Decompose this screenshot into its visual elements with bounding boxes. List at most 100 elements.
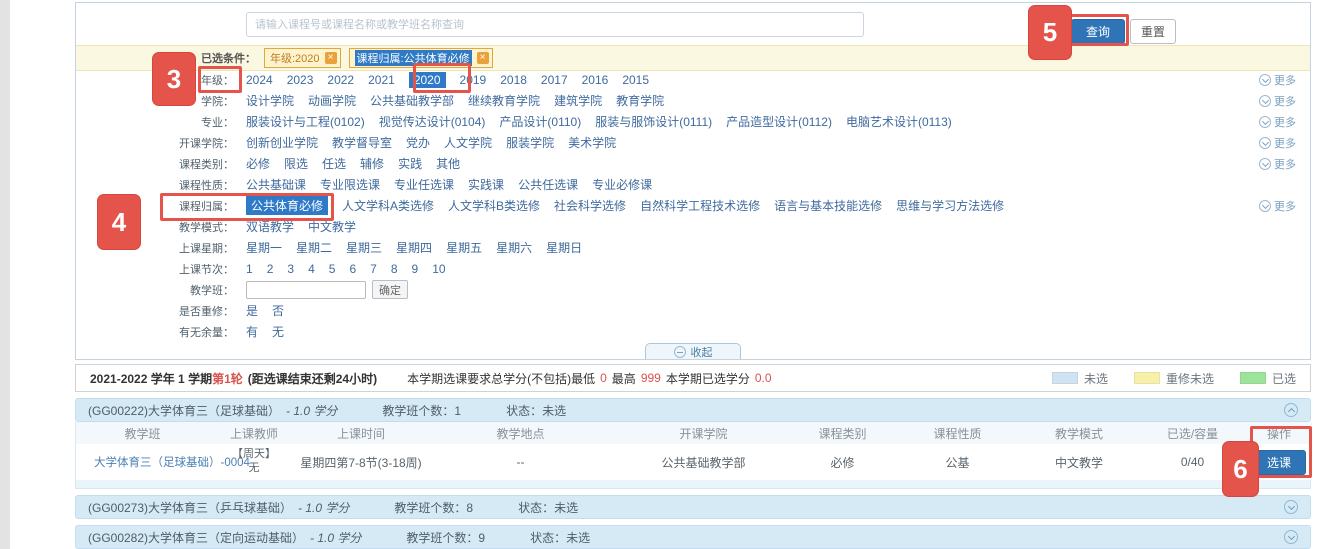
filter-option[interactable]: 美术学院 — [568, 134, 616, 151]
filter-option[interactable]: 实践 — [398, 155, 422, 172]
more-link[interactable]: 更多 — [1259, 114, 1296, 130]
filter-option[interactable]: 8 — [391, 262, 398, 276]
filter-option[interactable]: 星期一 — [246, 239, 282, 256]
filter-option[interactable]: 2024 — [246, 73, 273, 87]
more-link[interactable]: 更多 — [1259, 198, 1296, 214]
filter-option[interactable]: 双语教学 — [246, 218, 294, 235]
filter-option[interactable]: 星期二 — [296, 239, 332, 256]
filter-option[interactable]: 6 — [349, 262, 356, 276]
class-name-link[interactable]: 大学体育三（足球基础）-0004 — [94, 457, 250, 469]
filter-option[interactable]: 党办 — [406, 134, 430, 151]
filter-option[interactable]: 自然科学工程技术选修 — [640, 197, 760, 214]
filter-option[interactable]: 2022 — [327, 73, 354, 87]
filter-option[interactable]: 公共基础课 — [246, 176, 306, 193]
filter-option[interactable]: 星期日 — [546, 239, 582, 256]
filter-option[interactable]: 2018 — [500, 73, 527, 87]
filter-option[interactable]: 建筑学院 — [554, 92, 602, 109]
select-course-button[interactable]: 选课 — [1252, 450, 1306, 475]
filter-option[interactable]: 电脑艺术设计(0113) — [846, 113, 952, 130]
filter-option[interactable]: 语言与基本技能选修 — [774, 197, 882, 214]
filter-option[interactable]: 教学督导室 — [332, 134, 392, 151]
filter-option[interactable]: 中文教学 — [308, 218, 356, 235]
filter-option[interactable]: 7 — [370, 262, 377, 276]
filter-option[interactable]: 必修 — [246, 155, 270, 172]
filter-option[interactable]: 1 — [246, 262, 253, 276]
filter-option[interactable]: 设计学院 — [246, 92, 294, 109]
filter-option[interactable]: 人文学科B类选修 — [448, 197, 540, 214]
filter-option[interactable]: 创新创业学院 — [246, 134, 318, 151]
filter-option[interactable]: 9 — [412, 262, 419, 276]
filter-option[interactable]: 动画学院 — [308, 92, 356, 109]
filter-option[interactable]: 继续教育学院 — [468, 92, 540, 109]
filter-option[interactable]: 星期五 — [446, 239, 482, 256]
filter-option[interactable]: 2021 — [368, 73, 395, 87]
collapse-section-icon[interactable] — [1284, 403, 1298, 417]
filter-option[interactable]: 星期四 — [396, 239, 432, 256]
class-count: 教学班个数：8 — [394, 499, 473, 516]
filter-option[interactable]: 无 — [272, 323, 284, 340]
filter-option[interactable]: 社会科学选修 — [554, 197, 626, 214]
filter-option[interactable]: 4 — [308, 262, 315, 276]
course-title: (GG00273)大学体育三（乒乓球基础） — [88, 499, 292, 516]
more-link[interactable]: 更多 — [1259, 156, 1296, 172]
more-link[interactable]: 更多 — [1259, 72, 1296, 88]
filter-option[interactable]: 有 — [246, 323, 258, 340]
collapse-circle-icon — [674, 346, 686, 358]
filter-option[interactable]: 2023 — [287, 73, 314, 87]
filter-option[interactable]: 教育学院 — [616, 92, 664, 109]
condition-tag[interactable]: 年级:2020× — [264, 48, 341, 68]
class-number-input[interactable] — [246, 281, 366, 299]
filter-option[interactable]: 人文学院 — [444, 134, 492, 151]
filter-option[interactable]: 任选 — [322, 155, 346, 172]
filter-option[interactable]: 否 — [272, 302, 284, 319]
filter-option[interactable]: 专业限选课 — [320, 176, 380, 193]
course-header[interactable]: (GG00282)大学体育三（定向运动基础）- 1.0 学分教学班个数：9状态：… — [75, 525, 1311, 549]
filter-option[interactable]: 服装设计与工程(0102) — [246, 113, 365, 130]
condition-tag-close-icon[interactable]: × — [325, 52, 337, 64]
expand-section-icon[interactable] — [1284, 530, 1298, 544]
condition-tag[interactable]: 课程归属:公共体育必修× — [349, 48, 493, 68]
more-link[interactable]: 更多 — [1259, 93, 1296, 109]
filter-option[interactable]: 服装与服饰设计(0111) — [595, 113, 712, 130]
course-header[interactable]: (GG00273)大学体育三（乒乓球基础）- 1.0 学分教学班个数：8状态：未… — [75, 495, 1311, 519]
filter-option[interactable]: 公共体育必修 — [246, 196, 328, 215]
query-button[interactable]: 查询 — [1071, 19, 1125, 44]
filter-option[interactable]: 公共任选课 — [518, 176, 578, 193]
course-table-wrap: 教学班上课教师上课时间教学地点开课学院课程类别课程性质教学模式已选/容量操作大学… — [75, 422, 1311, 489]
filter-option[interactable]: 2 — [267, 262, 274, 276]
course-header[interactable]: (GG00222)大学体育三（足球基础）- 1.0 学分教学班个数：1状态：未选 — [75, 398, 1311, 422]
semester-round: 第1轮 — [212, 370, 243, 387]
filter-option[interactable]: 辅修 — [360, 155, 384, 172]
more-link[interactable]: 更多 — [1259, 135, 1296, 151]
filter-option[interactable]: 视觉传达设计(0104) — [379, 113, 486, 130]
filter-option[interactable]: 2020 — [409, 72, 446, 88]
filter-option[interactable]: 实践课 — [468, 176, 504, 193]
filter-option[interactable]: 3 — [287, 262, 294, 276]
filter-option[interactable]: 2017 — [541, 73, 568, 87]
expand-section-icon[interactable] — [1284, 500, 1298, 514]
filter-option[interactable]: 专业必修课 — [592, 176, 652, 193]
filter-option[interactable]: 人文学科A类选修 — [342, 197, 434, 214]
filter-option[interactable]: 是 — [246, 302, 258, 319]
confirm-button[interactable]: 确定 — [372, 280, 408, 299]
filter-option[interactable]: 产品造型设计(0112) — [726, 113, 832, 130]
reset-button[interactable]: 重置 — [1130, 19, 1176, 44]
condition-tag-close-icon[interactable]: × — [477, 52, 489, 64]
filter-row-options: 2024 2023 2022 2021 2020 2019 2018 2017 2016 2015 — [246, 72, 663, 88]
filter-option[interactable]: 产品设计(0110) — [499, 113, 581, 130]
filter-option[interactable]: 2016 — [582, 73, 609, 87]
filter-option[interactable]: 10 — [432, 262, 445, 276]
filter-option[interactable]: 其他 — [436, 155, 460, 172]
filter-option[interactable]: 公共基础教学部 — [370, 92, 454, 109]
filter-option[interactable]: 专业任选课 — [394, 176, 454, 193]
filter-option[interactable]: 思维与学习方法选修 — [896, 197, 1004, 214]
filter-option[interactable]: 5 — [329, 262, 336, 276]
filter-option[interactable]: 限选 — [284, 155, 308, 172]
filter-option[interactable]: 星期三 — [346, 239, 382, 256]
filter-option[interactable]: 服装学院 — [506, 134, 554, 151]
filter-option[interactable]: 星期六 — [496, 239, 532, 256]
collapse-tab[interactable]: 收起 — [645, 343, 741, 359]
filter-option[interactable]: 2019 — [460, 73, 487, 87]
filter-option[interactable]: 2015 — [622, 73, 649, 87]
search-input[interactable] — [246, 12, 864, 37]
